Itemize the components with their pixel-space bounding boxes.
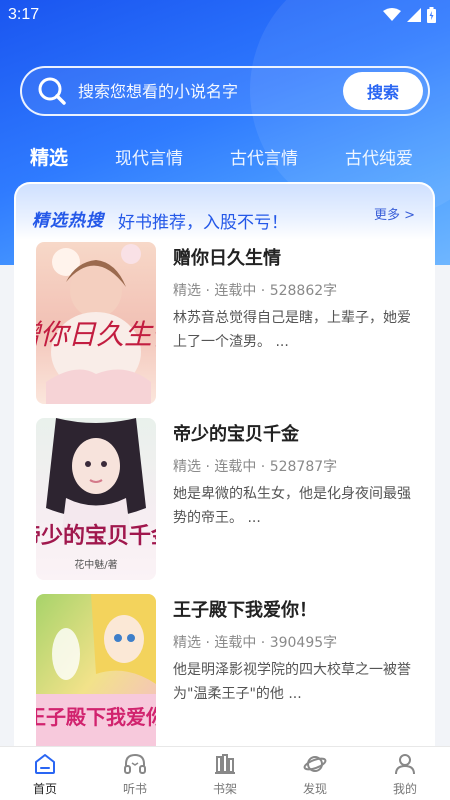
- book-cover-title: 赠你日久生情: [36, 320, 156, 351]
- section-title: 精选热搜: [32, 211, 104, 231]
- book-cover[interactable]: 赠你日久生情: [36, 242, 156, 404]
- bottom-navigation: 首页 听书 书架 发现 我的: [0, 746, 450, 800]
- hot-search-card: 精选热搜 好书推荐，入股不亏！ 更多 > 你日久生 赠你日久生情 精选 · 连载…: [14, 182, 435, 762]
- book-meta: 精选 · 连载中 · 528787字: [173, 459, 338, 475]
- tab-ancient-bl[interactable]: 古代纯爱: [345, 144, 413, 169]
- book-item[interactable]: 帝少的宝贝千金 花中魅/著 帝少的宝贝千金 精选 · 连载中 · 528787字…: [36, 418, 426, 580]
- nav-label: 听书: [122, 781, 147, 796]
- tab-featured[interactable]: 精选: [30, 143, 68, 170]
- book-cover[interactable]: 王子殿下我爱你: [36, 594, 156, 756]
- section-slogan: 好书推荐，入股不亏！: [118, 213, 288, 233]
- nav-discover[interactable]: 发现: [270, 747, 360, 800]
- status-bar: 3:17: [0, 0, 450, 30]
- more-link[interactable]: 更多 >: [374, 204, 415, 223]
- headphones-icon: [124, 753, 146, 774]
- book-meta: 精选 · 连载中 · 390495字: [173, 635, 338, 651]
- battery-icon: [427, 7, 436, 23]
- nav-label: 发现: [302, 781, 327, 796]
- search-input[interactable]: [78, 81, 343, 101]
- user-icon: [395, 753, 415, 774]
- book-description: 她是卑微的私生女，他是化身夜间最强势的帝王。 ...: [173, 486, 411, 526]
- book-cover-title: 帝少的宝贝千金: [36, 523, 156, 548]
- bookshelf-icon: [215, 753, 235, 774]
- signal-icon: [407, 8, 421, 22]
- nav-audiobook[interactable]: 听书: [90, 747, 180, 800]
- nav-label: 首页: [32, 781, 57, 796]
- book-meta: 精选 · 连载中 · 528862字: [173, 283, 338, 299]
- book-cover-title: 王子殿下我爱你: [36, 705, 156, 729]
- book-description: 他是明泽影视学院的四大校草之一被誉为"温柔王子"的他 ...: [173, 662, 411, 702]
- wifi-icon: [383, 8, 401, 21]
- status-icons: [383, 7, 436, 23]
- book-title[interactable]: 帝少的宝贝千金: [173, 420, 299, 446]
- nav-label: 书架: [212, 781, 237, 796]
- book-item[interactable]: 王子殿下我爱你 王子殿下我爱你！ 精选 · 连载中 · 390495字 他是明泽…: [36, 594, 426, 756]
- book-title[interactable]: 赠你日久生情: [173, 244, 281, 270]
- book-cover-author: 花中魅/著: [74, 558, 117, 571]
- home-icon: [35, 753, 55, 774]
- book-description: 林苏音总觉得自己是瞎，上辈子，她爱上了一个渣男。 ...: [173, 310, 411, 350]
- tab-modern-romance[interactable]: 现代言情: [115, 144, 183, 169]
- nav-label: 我的: [392, 781, 417, 796]
- status-time: 3:17: [8, 6, 40, 23]
- search-icon: [38, 77, 66, 105]
- search-bar: 搜索: [20, 66, 430, 116]
- tab-ancient-romance[interactable]: 古代言情: [230, 144, 298, 169]
- book-cover[interactable]: 帝少的宝贝千金 花中魅/著: [36, 418, 156, 580]
- book-title[interactable]: 王子殿下我爱你！: [173, 596, 317, 622]
- book-item[interactable]: 赠你日久生情 赠你日久生情 精选 · 连载中 · 528862字 林苏音总觉得自…: [36, 242, 426, 404]
- nav-home[interactable]: 首页: [0, 747, 90, 800]
- card-header: 精选热搜 好书推荐，入股不亏！ 更多 >: [16, 184, 433, 240]
- nav-profile[interactable]: 我的: [360, 747, 450, 800]
- nav-bookshelf[interactable]: 书架: [180, 747, 270, 800]
- category-tabs: 精选 现代言情 古代言情 古代纯爱: [0, 138, 450, 174]
- planet-icon: [303, 755, 327, 772]
- search-button[interactable]: 搜索: [343, 72, 423, 110]
